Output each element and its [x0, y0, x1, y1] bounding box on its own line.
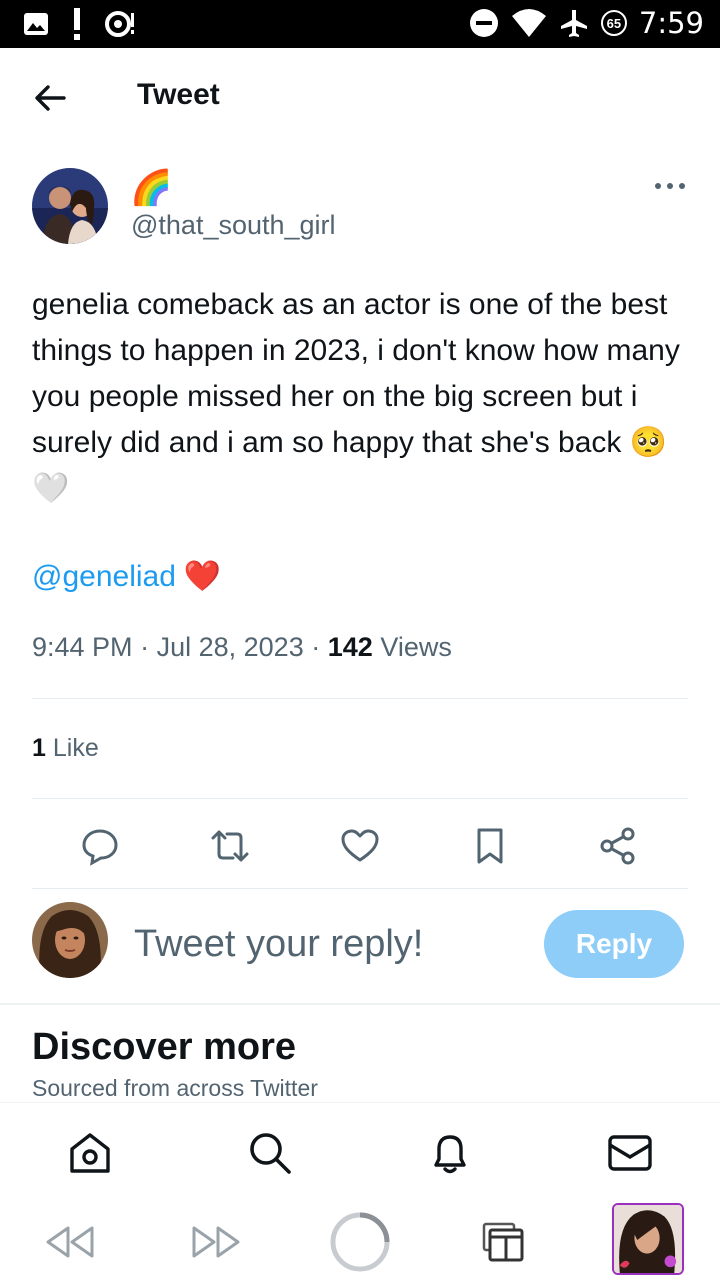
more-horizontal-icon: [655, 183, 685, 189]
retweet-button[interactable]: [208, 824, 252, 868]
share-button[interactable]: [596, 824, 640, 868]
arrow-left-icon: [35, 85, 66, 111]
dnd-icon: [469, 9, 498, 37]
author-display-name[interactable]: 🌈: [130, 168, 172, 208]
bottom-navigation: [0, 1102, 720, 1198]
author-avatar-image: [32, 168, 108, 244]
meta-separator: ·: [140, 632, 150, 662]
divider: [32, 798, 688, 799]
current-user-avatar[interactable]: [32, 902, 108, 978]
views-label: Views: [380, 632, 452, 662]
fast-forward-button[interactable]: [180, 1206, 252, 1278]
tweet-date[interactable]: Jul 28, 2023: [157, 632, 304, 662]
alert-icon: [74, 8, 80, 40]
page-title: Tweet: [137, 78, 220, 111]
nav-notifications[interactable]: [426, 1129, 474, 1177]
fast-forward-icon: [192, 1226, 240, 1258]
likes-count: 1: [32, 734, 46, 762]
status-bar-system: 65 7:59: [469, 6, 704, 40]
mention-link[interactable]: @geneliad: [32, 556, 176, 598]
share-icon: [600, 827, 635, 865]
like-button[interactable]: [338, 824, 382, 868]
profile-thumbnail-image: [614, 1205, 682, 1273]
system-navigation-bar: [0, 1198, 720, 1280]
like-icon: [341, 829, 379, 862]
messages-icon: [608, 1135, 652, 1171]
search-icon: [250, 1133, 291, 1174]
tweet-action-bar: [0, 818, 720, 874]
reply-input[interactable]: [134, 918, 514, 970]
rewind-button[interactable]: [34, 1206, 106, 1278]
top-app-bar: Tweet: [0, 48, 720, 144]
meta-separator: ·: [311, 632, 321, 662]
retweet-icon: [211, 830, 249, 862]
airplane-icon: [560, 10, 587, 37]
data-saver-badge: 65: [600, 10, 627, 36]
tweet-time[interactable]: 9:44 PM: [32, 632, 133, 662]
tweet-meta: 9:44 PM · Jul 28, 2023 · 142 Views: [32, 632, 452, 663]
tabs-icon: [482, 1222, 524, 1262]
reply-button[interactable]: [78, 824, 122, 868]
status-time: 7:59: [638, 6, 704, 40]
mention-line: @geneliad ❤️: [32, 556, 221, 598]
tweet-text: genelia comeback as an actor is one of t…: [32, 288, 680, 505]
wifi-icon: [511, 9, 546, 37]
home-circle-button[interactable]: [324, 1206, 396, 1278]
status-bar-notifications: [22, 8, 136, 40]
more-options-button[interactable]: [650, 172, 690, 200]
nav-home[interactable]: [66, 1129, 114, 1177]
home-icon: [70, 1133, 110, 1173]
discover-more-subtitle: Sourced from across Twitter: [32, 1075, 318, 1101]
discover-more-heading: Discover more: [32, 1026, 297, 1068]
image-icon: [24, 13, 48, 35]
views-count: 142: [327, 632, 373, 662]
nav-messages[interactable]: [606, 1129, 654, 1177]
author-handle[interactable]: @that_south_girl: [131, 210, 336, 241]
author-avatar[interactable]: [32, 168, 108, 244]
status-bar: 65 7:59: [0, 0, 720, 48]
bookmark-icon: [477, 828, 503, 864]
divider: [32, 698, 688, 699]
back-button[interactable]: [30, 78, 70, 118]
heart-emoji: ❤️: [183, 560, 222, 593]
reply-submit-button[interactable]: Reply: [544, 910, 684, 978]
profile-thumbnail-button[interactable]: [612, 1203, 684, 1275]
bookmark-button[interactable]: [468, 824, 512, 868]
rewind-icon: [46, 1226, 94, 1258]
current-user-avatar-image: [32, 902, 108, 978]
reply-icon: [82, 829, 118, 866]
tabs-button[interactable]: [468, 1206, 540, 1278]
likes-label: Like: [52, 734, 99, 762]
nav-search[interactable]: [246, 1129, 294, 1177]
likes-link[interactable]: 1 Like: [32, 734, 99, 763]
loading-circle-icon: [330, 1212, 390, 1272]
divider: [32, 888, 688, 889]
sync-icon: [105, 11, 134, 37]
notifications-icon: [434, 1135, 466, 1174]
section-divider: [0, 1003, 720, 1005]
